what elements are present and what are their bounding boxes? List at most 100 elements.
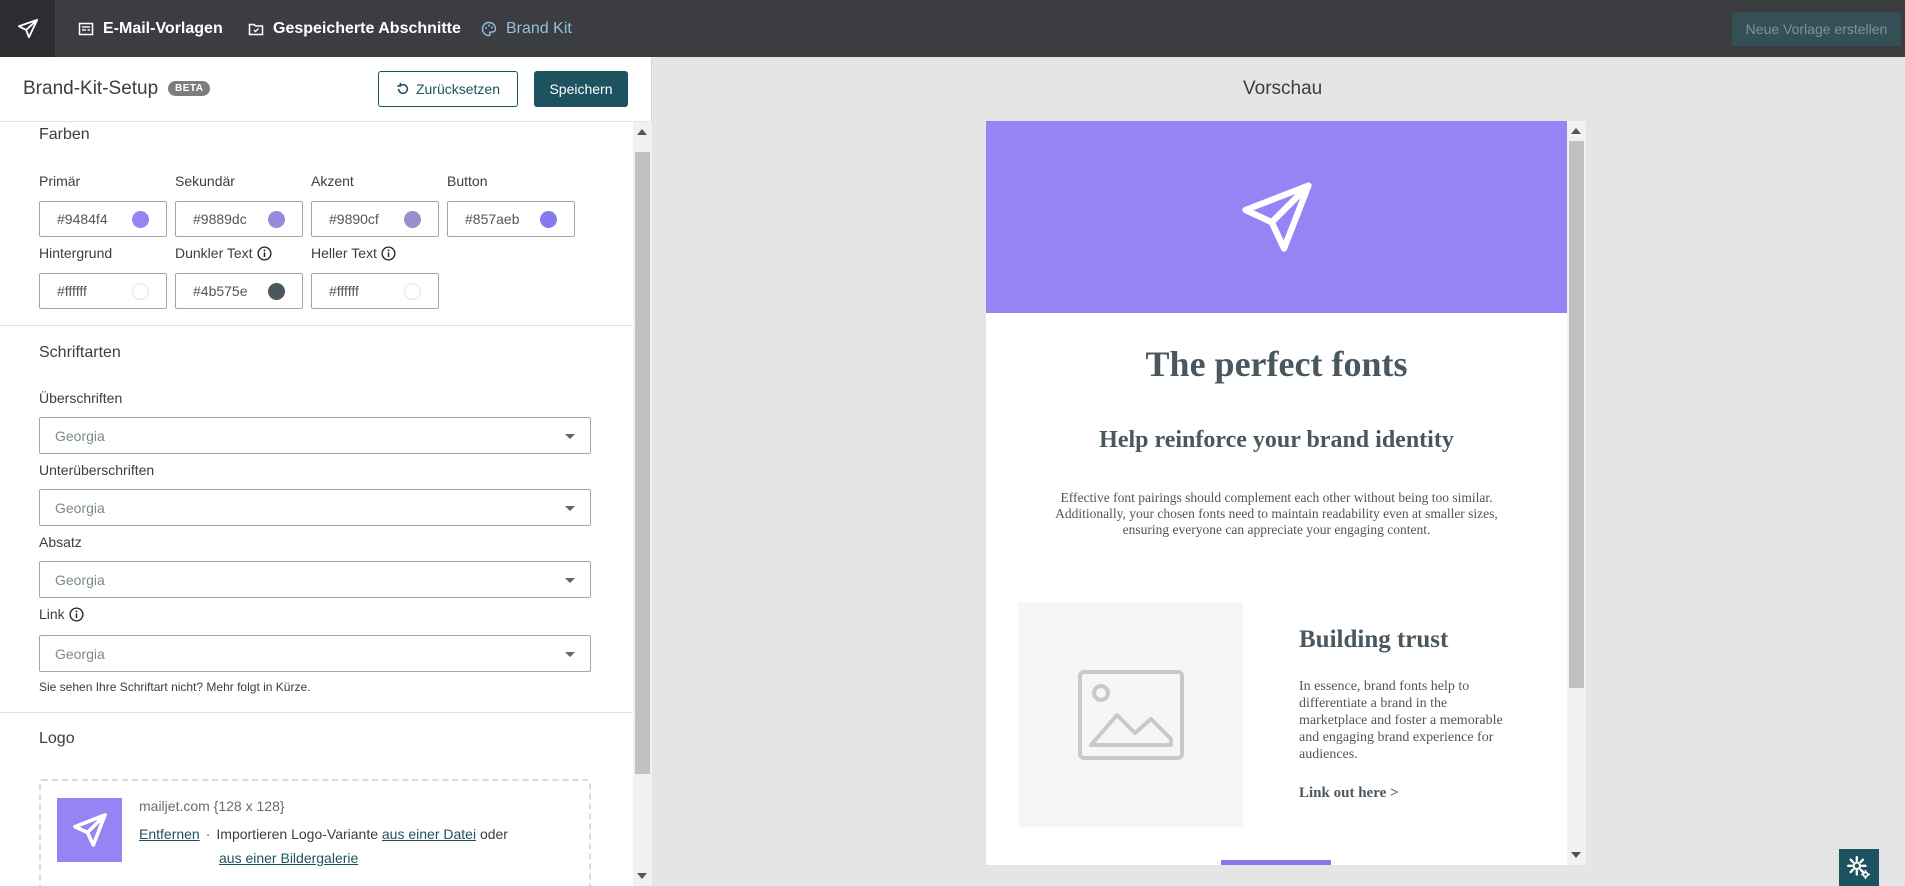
- preview-scrollbar[interactable]: [1567, 121, 1586, 865]
- nav-tab-label: E-Mail-Vorlagen: [103, 19, 223, 37]
- color-value: #9484f4: [57, 211, 108, 227]
- scroll-up-arrow[interactable]: [1571, 128, 1581, 134]
- label-text: Link: [39, 606, 65, 622]
- scrollbar-thumb[interactable]: [635, 152, 650, 774]
- reset-label: Zurücksetzen: [415, 81, 501, 97]
- color-swatch[interactable]: [404, 211, 421, 228]
- label-text: Heller Text: [311, 245, 377, 261]
- chevron-down-icon: [565, 434, 575, 439]
- email-section-heading: Building trust: [1299, 626, 1449, 653]
- color-label-accent: Akzent: [311, 173, 354, 189]
- paper-plane-icon: [1241, 182, 1312, 252]
- new-template-button[interactable]: Neue Vorlage erstellen: [1732, 12, 1901, 46]
- font-label-paragraph: Absatz: [39, 534, 82, 550]
- reset-button[interactable]: Zurücksetzen: [378, 71, 518, 107]
- gear-icon: [1846, 855, 1871, 879]
- undo-icon: [397, 82, 409, 95]
- color-label-button: Button: [447, 173, 488, 189]
- nav-tab-email-templates[interactable]: E-Mail-Vorlagen: [78, 0, 223, 57]
- logo-upload-dropzone[interactable]: mailjet.com {128 x 128} Entfernen · Import…: [39, 779, 591, 886]
- email-preview: The perfect fonts Help reinforce your br…: [986, 121, 1586, 865]
- settings-scrollbar[interactable]: [633, 122, 652, 886]
- section-divider: [0, 325, 633, 326]
- color-swatch[interactable]: [268, 283, 285, 300]
- import-from-file-link[interactable]: aus einer Datei: [382, 826, 476, 842]
- color-field-accent[interactable]: #9890cf: [311, 201, 439, 237]
- or-text: oder: [479, 826, 508, 842]
- color-field-primary[interactable]: #9484f4: [39, 201, 167, 237]
- image-placeholder: [1018, 602, 1243, 827]
- select-value: Georgia: [55, 427, 105, 444]
- color-field-dark-text[interactable]: #4b575e: [175, 273, 303, 309]
- email-heading: The perfect fonts: [1145, 344, 1408, 384]
- image-icon: [1077, 669, 1184, 760]
- color-swatch[interactable]: [540, 211, 557, 228]
- settings-scroll-area: Farben Primär Sekundär Akzent Button #94…: [0, 122, 633, 886]
- scroll-up-arrow[interactable]: [637, 129, 647, 135]
- color-swatch[interactable]: [132, 211, 149, 228]
- color-label-background: Hintergrund: [39, 245, 113, 261]
- scrollbar-thumb[interactable]: [1569, 141, 1584, 688]
- color-swatch[interactable]: [404, 283, 421, 300]
- color-value: #9889dc: [193, 211, 247, 227]
- email-link[interactable]: Link out here >: [1299, 785, 1399, 802]
- email-section-paragraph: In essence, brand fonts help to differen…: [1299, 679, 1503, 762]
- scroll-down-arrow[interactable]: [1571, 852, 1581, 858]
- settings-gear-button[interactable]: [1839, 849, 1879, 886]
- logo-actions: Entfernen · Importieren Logo-Variante aus …: [139, 822, 559, 870]
- font-select-paragraph[interactable]: Georgia: [39, 561, 591, 598]
- info-icon[interactable]: [257, 245, 272, 261]
- font-select-headings[interactable]: Georgia: [39, 417, 591, 454]
- nav-tab-saved-sections[interactable]: Gespeicherte Abschnitte: [248, 0, 461, 57]
- info-icon[interactable]: [381, 245, 396, 261]
- import-text: Importieren Logo-Variante: [216, 826, 378, 842]
- paper-plane-icon: [17, 18, 38, 38]
- color-field-button[interactable]: #857aeb: [447, 201, 575, 237]
- template-icon: [78, 22, 94, 35]
- beta-badge: BETA: [168, 81, 211, 96]
- page-title: Brand-Kit-Setup: [23, 78, 159, 99]
- separator: ·: [205, 826, 211, 842]
- email-subheading: Help reinforce your brand identity: [1099, 427, 1454, 453]
- font-select-link[interactable]: Georgia: [39, 635, 591, 672]
- fonts-section-title: Schriftarten: [39, 344, 121, 361]
- preview-title: Vorschau: [1243, 78, 1323, 99]
- color-swatch[interactable]: [268, 211, 285, 228]
- color-field-background[interactable]: #ffffff: [39, 273, 167, 309]
- color-label-dark-text: Dunkler Text: [175, 245, 272, 261]
- email-button: [1221, 860, 1331, 865]
- remove-logo-link[interactable]: Entfernen: [139, 826, 200, 842]
- colors-section-title: Farben: [39, 126, 90, 143]
- label-text: Dunkler Text: [175, 245, 253, 261]
- logo-meta: mailjet.com {128 x 128}: [139, 798, 285, 814]
- color-value: #ffffff: [57, 283, 87, 299]
- scroll-down-arrow[interactable]: [637, 873, 647, 879]
- color-value: #857aeb: [465, 211, 520, 227]
- color-field-secondary[interactable]: #9889dc: [175, 201, 303, 237]
- save-button[interactable]: Speichern: [534, 71, 628, 107]
- section-divider: [0, 712, 633, 713]
- font-label-headings: Überschriften: [39, 390, 123, 406]
- font-note: Sie sehen Ihre Schriftart nicht? Mehr fo…: [39, 680, 311, 694]
- font-select-subheadings[interactable]: Georgia: [39, 489, 591, 526]
- logo-thumbnail: [57, 798, 122, 862]
- color-swatch[interactable]: [132, 283, 149, 300]
- paper-plane-icon: [72, 813, 107, 847]
- palette-icon: [481, 21, 497, 36]
- brand-kit-settings-panel: Brand-Kit-Setup BETA Zurücksetzen Speich…: [0, 57, 652, 886]
- import-from-gallery-link[interactable]: aus einer Bildergalerie: [219, 850, 358, 866]
- color-label-primary: Primär: [39, 173, 81, 189]
- chevron-down-icon: [565, 506, 575, 511]
- home-logo-button[interactable]: [0, 0, 55, 57]
- info-icon[interactable]: [69, 606, 84, 622]
- email-paragraph: Effective font pairings should complemen…: [1055, 490, 1498, 537]
- email-header-banner: [986, 121, 1567, 313]
- top-navigation-bar: E-Mail-Vorlagen Gespeicherte Abschnitte …: [0, 0, 1905, 57]
- color-value: #ffffff: [329, 283, 359, 299]
- chevron-down-icon: [565, 578, 575, 583]
- font-label-link: Link: [39, 606, 84, 622]
- nav-tab-label: Brand Kit: [506, 19, 572, 37]
- nav-tab-brand-kit[interactable]: Brand Kit: [481, 0, 572, 57]
- font-label-subheadings: Unterüberschriften: [39, 462, 155, 478]
- color-field-light-text[interactable]: #ffffff: [311, 273, 439, 309]
